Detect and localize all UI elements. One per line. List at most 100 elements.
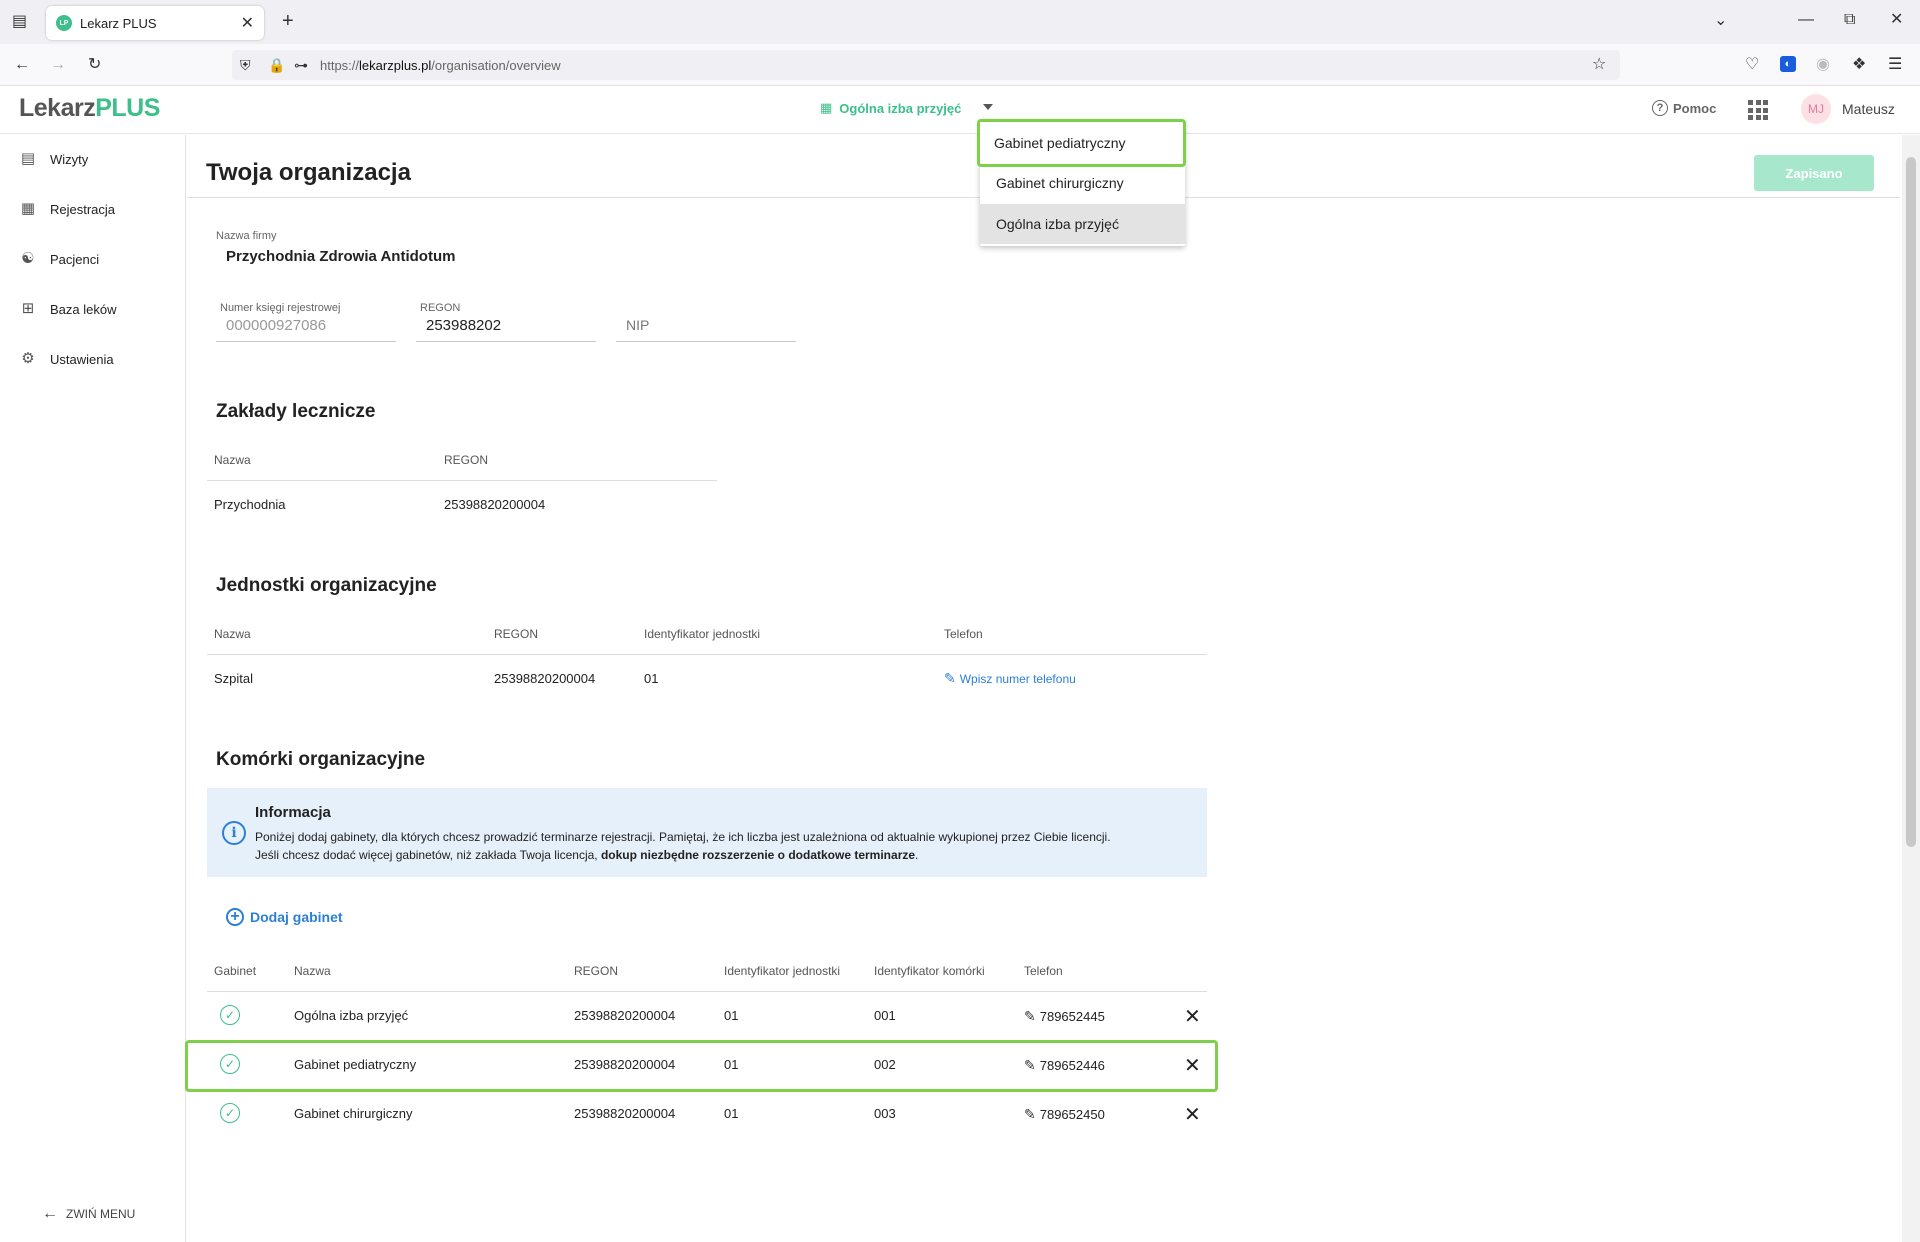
sidebar-item-pacjenci[interactable]: ☯ Pacjenci — [20, 251, 99, 267]
regon-label: REGON — [420, 302, 461, 314]
browser-tab[interactable]: LP Lekarz PLUS ✕ — [46, 6, 264, 40]
units-header-phone: Telefon — [944, 627, 983, 641]
cell-phone[interactable]: ✎ 789652445 — [1024, 1008, 1105, 1025]
restore-icon[interactable]: ⧉ — [1844, 12, 1855, 28]
permissions-icon[interactable]: ⊶ — [294, 57, 308, 73]
pocket-icon[interactable]: ♡ — [1745, 57, 1759, 73]
saved-button[interactable]: Zapisano — [1754, 155, 1874, 191]
cell-id: 001 — [874, 1008, 896, 1023]
minimize-icon[interactable]: — — [1798, 12, 1814, 28]
dropdown-item-gabinet-chirurgiczny[interactable]: Gabinet chirurgiczny — [980, 163, 1185, 203]
extensions-puzzle-icon[interactable]: ❖ — [1852, 57, 1866, 73]
add-cabinet-button[interactable]: + Dodaj gabinet — [226, 908, 343, 926]
tab-overview-icon[interactable]: ▤ — [12, 14, 27, 30]
license-extension-link[interactable]: dokup niezbędne rozszerzenie o dodatkowe… — [601, 848, 915, 862]
cells-header-cabinet: Gabinet — [214, 964, 257, 978]
url-bar[interactable]: ⛨ 🔒 ⊶ https://lekarzplus.pl/organisation… — [232, 50, 1620, 80]
dropdown-item-label: Gabinet pediatryczny — [994, 135, 1126, 151]
sidebar-item-baza-lekow[interactable]: ⊞ Baza leków — [20, 301, 117, 317]
pencil-icon: ✎ — [1024, 1106, 1036, 1122]
collapse-menu-button[interactable]: ← ZWIŃ MENU — [42, 1205, 135, 1223]
caret-down-icon[interactable] — [983, 104, 993, 110]
back-icon[interactable]: ← — [14, 57, 30, 73]
dropdown-item-ogolna-izba[interactable]: Ogólna izba przyjęć — [980, 204, 1185, 244]
chevron-down-icon[interactable]: ⌄ — [1714, 13, 1727, 29]
units-header-id: Identyfikator jednostki — [644, 627, 761, 641]
scrollbar-thumb[interactable] — [1906, 157, 1916, 847]
cells-header-cell-id: Identyfikator komórki — [874, 964, 985, 978]
reload-icon[interactable]: ↻ — [88, 57, 101, 73]
add-phone-link[interactable]: ✎ Wpisz numer telefonu — [944, 670, 1076, 687]
url-prefix: https:// — [320, 57, 360, 73]
sidebar-item-ustawienia[interactable]: ⚙ Ustawienia — [20, 350, 113, 367]
cell-name: Gabinet pediatryczny — [294, 1057, 417, 1072]
check-circle-icon[interactable]: ✓ — [220, 1103, 240, 1123]
page-title: Twoja organizacja — [206, 159, 411, 186]
user-name[interactable]: Mateusz — [1842, 101, 1895, 117]
facility-regon: 25398820200004 — [444, 497, 546, 512]
new-tab-icon[interactable]: + — [282, 11, 294, 31]
close-icon[interactable]: ✕ — [241, 13, 254, 33]
gear-icon: ⚙ — [21, 350, 35, 367]
arrow-left-icon: ← — [42, 1205, 58, 1222]
avatar[interactable]: MJ — [1801, 94, 1831, 124]
plus-circle-icon: + — [226, 908, 244, 926]
divider — [207, 480, 717, 481]
pencil-icon: ✎ — [1024, 1057, 1036, 1073]
facilities-title: Zakłady lecznicze — [216, 401, 376, 422]
facility-name: Przychodnia — [214, 497, 286, 512]
cells-header-name: Nazwa — [294, 964, 331, 978]
clipboard-icon: ▤ — [20, 150, 36, 167]
info-text: Poniżej dodaj gabinety, dla których chce… — [255, 828, 1195, 864]
unit-regon: 25398820200004 — [494, 671, 596, 686]
info-line-2: Jeśli chcesz dodać więcej gabinetów, niż… — [255, 846, 1195, 864]
check-circle-icon[interactable]: ✓ — [220, 1054, 240, 1074]
cells-header-regon: REGON — [574, 964, 619, 978]
company-name-field[interactable]: Przychodnia Zdrowia Antidotum — [226, 248, 455, 265]
help-button[interactable]: ? Pomoc — [1652, 100, 1716, 116]
unit-selector[interactable]: ▦ Ogólna izba przyjęć — [820, 100, 961, 116]
regon-field[interactable]: 253988202 — [426, 317, 501, 334]
collapse-label: ZWIŃ MENU — [66, 1207, 136, 1221]
divider — [216, 341, 396, 342]
url-domain: lekarzplus.pl — [359, 57, 432, 73]
password-manager-icon[interactable]: ◐ — [1780, 56, 1796, 72]
logo-plus: PLUS — [95, 94, 160, 122]
cell-phone-value: 789652445 — [1039, 1009, 1105, 1024]
remove-cell-icon[interactable]: ✕ — [1184, 1053, 1201, 1078]
cell-regon: 25398820200004 — [574, 1106, 676, 1121]
logo-main: Lekarz — [19, 94, 96, 122]
add-cabinet-label: Dodaj gabinet — [250, 909, 343, 925]
cell-phone[interactable]: ✎ 789652450 — [1024, 1106, 1105, 1123]
divider — [616, 341, 796, 342]
cell-regon: 25398820200004 — [574, 1008, 676, 1023]
sidebar-item-wizyty[interactable]: ▤ Wizyty — [20, 151, 88, 167]
facilities-header-name: Nazwa — [214, 453, 251, 467]
cell-unit-id: 01 — [724, 1106, 739, 1121]
cells-header-unit-id: Identyfikator jednostki — [724, 964, 841, 978]
scrollbar[interactable] — [1902, 135, 1920, 1242]
sidebar-item-rejestracja[interactable]: ▦ Rejestracja — [20, 201, 115, 217]
divider — [416, 341, 596, 342]
bookmark-star-icon[interactable]: ☆ — [1592, 57, 1606, 73]
cell-name: Gabinet chirurgiczny — [294, 1106, 413, 1121]
nip-field[interactable]: NIP — [626, 317, 649, 333]
cells-title: Komórki organizacyjne — [216, 749, 426, 770]
remove-cell-icon[interactable]: ✕ — [1184, 1004, 1201, 1029]
forward-icon[interactable]: → — [50, 57, 66, 73]
window-close-icon[interactable]: ✕ — [1890, 12, 1903, 28]
menu-icon[interactable]: ☰ — [1888, 57, 1902, 73]
info-box: i Informacja Poniżej dodaj gabinety, dla… — [207, 788, 1207, 877]
app-logo[interactable]: LekarzPLUS — [19, 94, 160, 123]
info-line-2-start: Jeśli chcesz dodać więcej gabinetów, niż… — [255, 848, 601, 862]
pencil-icon: ✎ — [1024, 1008, 1036, 1024]
dropdown-item-gabinet-pediatryczny[interactable]: Gabinet pediatryczny — [977, 119, 1186, 167]
facilities-header-regon: REGON — [444, 453, 489, 467]
remove-cell-icon[interactable]: ✕ — [1184, 1102, 1201, 1127]
apps-grid-icon[interactable] — [1748, 100, 1768, 120]
extension-icon[interactable]: ◉ — [1816, 57, 1830, 73]
check-circle-icon[interactable]: ✓ — [220, 1005, 240, 1025]
cell-phone[interactable]: ✎ 789652446 — [1024, 1057, 1105, 1074]
cell-unit-id: 01 — [724, 1008, 739, 1023]
help-label: Pomoc — [1673, 100, 1717, 116]
